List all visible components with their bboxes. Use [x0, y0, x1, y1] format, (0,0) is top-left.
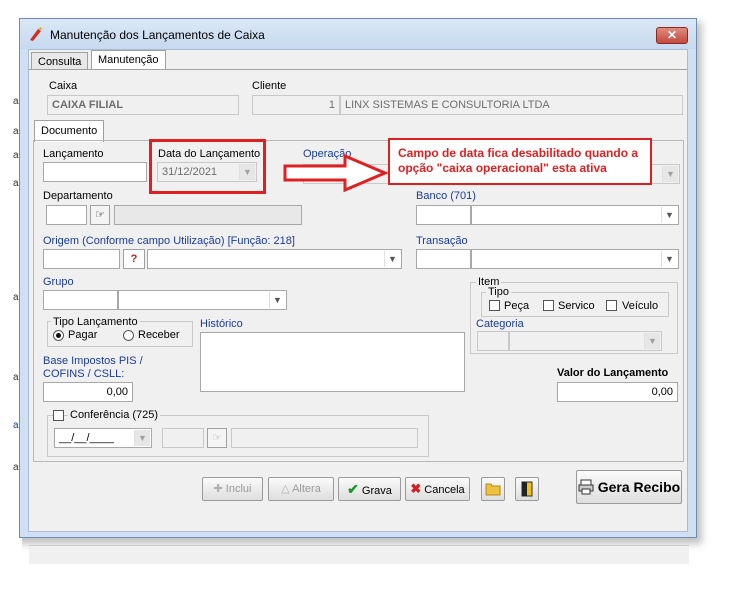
transacao-code-field[interactable]	[416, 249, 471, 269]
grupo-label: Grupo	[43, 276, 74, 288]
tab-manutencao[interactable]: Manutenção	[91, 50, 166, 70]
client-area: Consulta Manutenção Caixa CAIXA FILIAL C…	[28, 49, 689, 564]
tab-divider	[29, 69, 687, 70]
banco-select[interactable]: ▼	[471, 205, 679, 225]
categoria-select[interactable]: ▼	[509, 331, 662, 351]
conferencia-checkbox[interactable]	[53, 410, 64, 421]
cliente-name-field[interactable]: LINX SISTEMAS E CONSULTORIA LTDA	[340, 95, 683, 115]
receber-radio[interactable]	[123, 330, 134, 341]
help-icon: ?	[130, 253, 138, 265]
exit-button[interactable]	[515, 477, 539, 501]
status-bar	[29, 545, 689, 564]
pointing-hand-icon: ☞	[212, 432, 222, 444]
lancamento-label: Lançamento	[43, 148, 104, 160]
categoria-label: Categoria	[476, 318, 524, 330]
base-impostos-label-1: Base Impostos PIS /	[43, 355, 143, 367]
origem-label: Origem (Conforme campo Utilização) [Funç…	[43, 235, 295, 247]
base-impostos-field[interactable]: 0,00	[43, 382, 133, 402]
grupo-code-field[interactable]	[43, 290, 118, 310]
inclui-label: Inclui	[225, 483, 252, 495]
transacao-select[interactable]: ▼	[471, 249, 679, 269]
pagar-radio[interactable]	[53, 330, 64, 341]
pointing-hand-icon: ☞	[95, 209, 105, 221]
valor-lancamento-field[interactable]: 0,00	[557, 382, 678, 402]
departamento-label: Departamento	[43, 190, 113, 202]
pagar-label: Pagar	[68, 329, 98, 341]
banco-code-field[interactable]	[416, 205, 471, 225]
folder-icon	[485, 483, 501, 496]
grupo-select[interactable]: ▼	[118, 290, 287, 310]
door-icon	[521, 481, 533, 497]
chevron-down-icon: ▼	[662, 166, 678, 182]
conferencia-name-field	[231, 428, 418, 448]
gera-recibo-button[interactable]: Gera Recibo	[576, 470, 682, 504]
caixa-label: Caixa	[49, 80, 78, 92]
tipo-veiculo-checkbox[interactable]	[606, 300, 617, 311]
altera-button[interactable]: △ Altera	[268, 477, 334, 501]
cancela-button[interactable]: ✖ Cancela	[405, 477, 470, 501]
folder-button[interactable]	[481, 477, 505, 501]
highlight-box	[149, 139, 266, 194]
chevron-down-icon: ▼	[644, 333, 660, 349]
conferencia-user-field	[162, 428, 204, 448]
inclui-button[interactable]: ✚ Inclui	[202, 477, 263, 501]
tipo-peca-checkbox[interactable]	[489, 300, 500, 311]
chevron-down-icon: ▼	[661, 207, 677, 223]
departamento-code-field[interactable]	[46, 205, 87, 225]
transacao-label: Transação	[416, 235, 468, 247]
cliente-code-field[interactable]: 1	[252, 95, 340, 115]
categoria-code-field[interactable]	[477, 331, 509, 351]
valor-lancamento-label: Valor do Lançamento	[557, 367, 669, 379]
tipo-group-label: Tipo	[486, 286, 511, 298]
annotation-callout: Campo de data fica desabilitado quando a…	[388, 138, 652, 185]
print-receipt-icon	[578, 479, 594, 495]
arrow-annotation	[283, 153, 389, 193]
grava-button[interactable]: ✔ Grava	[338, 477, 401, 501]
grava-label: Grava	[361, 485, 392, 497]
chevron-down-icon: ▼	[269, 292, 285, 308]
app-icon	[30, 27, 42, 41]
chevron-down-icon: ▼	[134, 430, 150, 446]
conferencia-lookup-button: ☞	[207, 428, 227, 448]
lancamento-field[interactable]	[43, 162, 147, 182]
origem-select[interactable]: ▼	[147, 249, 402, 269]
checkmark-icon: ✔	[347, 481, 359, 497]
tipo-veiculo-label: Veículo	[622, 300, 659, 312]
dialog-window: Manutenção dos Lançamentos de Caixa ✕ Co…	[19, 18, 697, 564]
origem-code-field[interactable]	[43, 249, 120, 269]
chevron-down-icon: ▼	[661, 251, 677, 267]
cliente-label: Cliente	[252, 80, 287, 92]
historico-textarea[interactable]	[200, 332, 465, 392]
tipo-peca-label: Peça	[504, 300, 530, 312]
cancela-label: Cancela	[424, 484, 465, 496]
conferencia-date-field[interactable]: __/__/____ ▼	[54, 428, 152, 448]
origem-help-button[interactable]: ?	[123, 249, 145, 269]
chevron-down-icon: ▼	[384, 251, 400, 267]
caixa-field[interactable]: CAIXA FILIAL	[47, 95, 239, 115]
historico-label: Histórico	[200, 318, 243, 330]
close-button[interactable]: ✕	[656, 27, 688, 44]
altera-label: Altera	[292, 483, 321, 495]
tipo-servico-checkbox[interactable]	[543, 300, 554, 311]
gera-recibo-label: Gera Recibo	[597, 479, 681, 495]
x-icon: ✖	[410, 481, 422, 496]
window-title: Manutenção dos Lançamentos de Caixa	[50, 28, 265, 42]
title-bar[interactable]: Manutenção dos Lançamentos de Caixa ✕	[20, 19, 696, 49]
tab-consulta[interactable]: Consulta	[31, 52, 89, 70]
tipo-lancamento-label: Tipo Lançamento	[51, 316, 140, 328]
conferencia-date-value: __/__/____	[59, 432, 115, 444]
conferencia-label: Conferência (725)	[68, 409, 161, 421]
receber-label: Receber	[138, 329, 180, 341]
plus-icon: ✚	[213, 483, 223, 495]
base-impostos-label-2: COFINS / CSLL:	[43, 368, 125, 380]
tab-documento[interactable]: Documento	[34, 120, 105, 142]
departamento-name-field	[114, 205, 302, 225]
triangle-icon: △	[281, 483, 290, 495]
banco-label: Banco (701)	[416, 190, 476, 202]
tipo-servico-label: Servico	[558, 300, 595, 312]
departamento-lookup-button[interactable]: ☞	[90, 205, 110, 225]
